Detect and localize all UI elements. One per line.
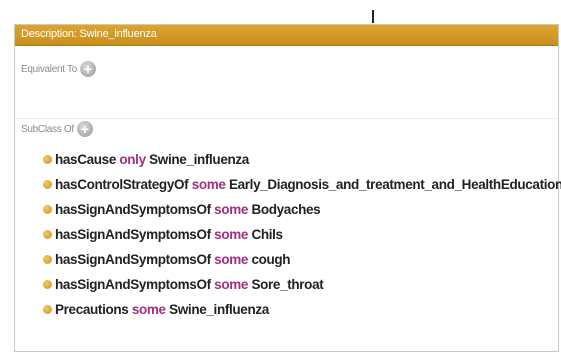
axiom-row[interactable]: hasCause only Swine_influenza bbox=[43, 147, 561, 172]
class-bullet-icon bbox=[43, 255, 52, 264]
divider-tick bbox=[372, 10, 374, 23]
axiom-filler: Early_Diagnosis_and_treatment_and_Health… bbox=[228, 177, 561, 192]
axiom-filler: Chils bbox=[251, 227, 283, 242]
axiom-filler: Swine_influenza bbox=[149, 152, 249, 167]
axiom-row[interactable]: hasSignAndSymptomsOf some Chils bbox=[43, 222, 561, 247]
class-bullet-icon bbox=[43, 180, 52, 189]
equivalent-to-section: Equivalent To + bbox=[21, 61, 96, 77]
axiom-keyword: some bbox=[131, 302, 166, 317]
axiom-row[interactable]: hasSignAndSymptomsOf some Bodyaches bbox=[43, 197, 561, 222]
axiom-row[interactable]: hasSignAndSymptomsOf some cough bbox=[43, 247, 561, 272]
class-bullet-icon bbox=[43, 205, 52, 214]
axiom-property: hasSignAndSymptomsOf bbox=[55, 252, 211, 267]
axiom-property: hasCause bbox=[55, 152, 116, 167]
axiom-property: hasSignAndSymptomsOf bbox=[55, 202, 211, 217]
axiom-keyword: some bbox=[214, 202, 249, 217]
class-bullet-icon bbox=[43, 280, 52, 289]
axiom-row[interactable]: hasControlStrategyOf some Early_Diagnosi… bbox=[43, 172, 561, 197]
axiom-property: hasControlStrategyOf bbox=[55, 177, 189, 192]
axiom-keyword: only bbox=[119, 152, 146, 167]
panel-title-bar: Description: Swine_influenza bbox=[15, 25, 558, 46]
add-subclass-icon[interactable]: + bbox=[76, 121, 93, 137]
class-bullet-icon bbox=[43, 305, 52, 314]
section-divider bbox=[15, 118, 558, 119]
axiom-filler: cough bbox=[251, 252, 291, 267]
class-bullet-icon bbox=[43, 155, 52, 164]
axiom-filler: Bodyaches bbox=[251, 202, 321, 217]
axiom-row[interactable]: Precautions some Swine_influenza bbox=[43, 297, 561, 322]
top-area bbox=[0, 0, 561, 22]
axiom-keyword: some bbox=[214, 227, 249, 242]
axiom-property: hasSignAndSymptomsOf bbox=[55, 227, 211, 242]
axiom-keyword: some bbox=[214, 252, 249, 267]
axiom-property: Precautions bbox=[55, 302, 129, 317]
subclass-axiom-list: hasCause only Swine_influenza hasControl… bbox=[43, 147, 561, 322]
axiom-keyword: some bbox=[214, 277, 249, 292]
axiom-keyword: some bbox=[191, 177, 226, 192]
add-equivalent-icon[interactable]: + bbox=[79, 61, 96, 77]
axiom-row[interactable]: hasSignAndSymptomsOf some Sore_throat bbox=[43, 272, 561, 297]
description-panel: Description: Swine_influenza Equivalent … bbox=[14, 24, 561, 352]
axiom-filler: Sore_throat bbox=[251, 277, 324, 292]
subclass-of-section: SubClass Of + bbox=[21, 121, 93, 137]
equivalent-to-label: Equivalent To bbox=[21, 63, 77, 75]
panel-title: Description: Swine_influenza bbox=[21, 28, 157, 40]
axiom-filler: Swine_influenza bbox=[169, 302, 269, 317]
subclass-of-label: SubClass Of bbox=[21, 123, 74, 135]
class-bullet-icon bbox=[43, 230, 52, 239]
axiom-property: hasSignAndSymptomsOf bbox=[55, 277, 211, 292]
